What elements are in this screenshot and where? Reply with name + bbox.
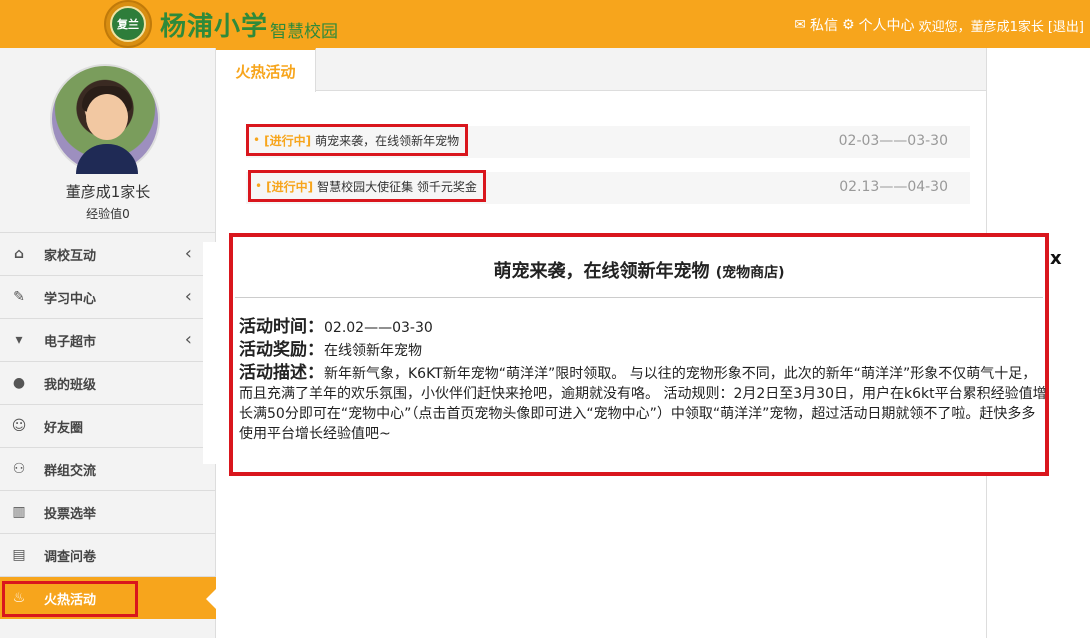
sidebar-item-hot-activities[interactable]: ♨ 火热活动 bbox=[0, 576, 216, 619]
envelope-icon: ✉ bbox=[794, 17, 806, 33]
activity-description: 活动描述：新年新气象，K6KT新年宠物“萌洋洋”限时领取。 与以往的宠物形象不同… bbox=[239, 363, 1047, 442]
highlight-box bbox=[2, 581, 138, 617]
welcome-text: 欢迎您，董彦成1家长 bbox=[918, 19, 1044, 35]
sidebar-item-friends[interactable]: ☺ 好友圈 bbox=[0, 404, 216, 447]
school-subtitle: 智慧校园 bbox=[270, 21, 339, 42]
chevron-left-icon: ‹ bbox=[184, 286, 192, 307]
activity-row: • [进行中] 萌宠来袭，在线领新年宠物 02-03——03-30 bbox=[246, 124, 970, 158]
profile-experience: 经验值0 bbox=[86, 207, 130, 221]
sidebar-item-learning[interactable]: ✎ 学习中心 ‹ bbox=[0, 275, 216, 318]
activity-time: 活动时间：02.02——03-30 bbox=[239, 317, 433, 337]
sidebar-item-label: 群组交流 bbox=[44, 463, 97, 479]
logout-link[interactable]: [退出] bbox=[1048, 16, 1084, 35]
sidebar-item-home-school[interactable]: ⌂ 家校互动 ‹ bbox=[0, 232, 216, 275]
modal-title-tag: (宠物商店) bbox=[715, 265, 785, 281]
activity-dates: 02.13——04-30 bbox=[839, 179, 948, 195]
gear-icon: ⚙ bbox=[842, 17, 855, 33]
bullet-icon: • bbox=[253, 133, 261, 147]
message-link[interactable]: 私信 bbox=[810, 15, 838, 35]
sidebar-item-label: 投票选举 bbox=[44, 506, 97, 522]
activity-detail-modal: 萌宠来袭，在线领新年宠物 (宠物商店) 活动时间：02.02——03-30 活动… bbox=[229, 233, 1049, 476]
activity-row: • [进行中] 智慧校园大使征集 领千元奖金 02.13——04-30 bbox=[246, 170, 970, 204]
sidebar-menu: ⌂ 家校互动 ‹ ✎ 学习中心 ‹ ▾ 电子超市 ‹ ● 我的班级 ☺ 好友圈 … bbox=[0, 232, 216, 619]
sidebar-item-label: 好友圈 bbox=[44, 420, 84, 436]
sidebar-item-label: 学习中心 bbox=[44, 291, 97, 307]
tab-hot-activities[interactable]: 火热活动 bbox=[216, 48, 316, 92]
cart-icon: ▾ bbox=[15, 332, 23, 348]
home-icon: ⌂ bbox=[13, 246, 25, 262]
school-logo[interactable]: 复兰 杨浦小学 智慧校园 bbox=[104, 0, 338, 48]
bar-chart-icon: ▥ bbox=[12, 504, 26, 520]
profile-card: 董彦成1家长 经验值0 bbox=[0, 48, 215, 232]
activity-link[interactable]: • [进行中] 智慧校园大使征集 领千元奖金 bbox=[248, 170, 486, 202]
bullet-icon: • bbox=[255, 179, 263, 193]
edit-icon: ✎ bbox=[13, 289, 25, 305]
group-icon: ⚇ bbox=[12, 461, 26, 477]
activity-dates: 02-03——03-30 bbox=[838, 133, 948, 149]
activity-reward: 活动奖励：在线领新年宠物 bbox=[239, 340, 422, 360]
activity-title: 萌宠来袭，在线领新年宠物 bbox=[315, 133, 460, 148]
sidebar-item-label: 电子超市 bbox=[44, 334, 97, 350]
modal-title-text: 萌宠来袭，在线领新年宠物 bbox=[493, 261, 710, 282]
header-user-bar: ✉ 私信 ⚙ 个人中心 欢迎您，董彦成1家长 [退出] bbox=[794, 15, 1084, 35]
sidebar-item-label: 我的班级 bbox=[44, 377, 97, 393]
modal-body: 活动时间：02.02——03-30 活动奖励：在线领新年宠物 活动描述：新年新气… bbox=[239, 317, 1047, 446]
chevron-left-icon: ‹ bbox=[184, 329, 192, 350]
close-icon[interactable]: x bbox=[1050, 248, 1062, 269]
smile-icon: ☺ bbox=[11, 418, 27, 434]
personal-center-link[interactable]: 个人中心 bbox=[859, 15, 915, 35]
sidebar-item-my-class[interactable]: ● 我的班级 bbox=[0, 361, 216, 404]
sidebar-item-survey[interactable]: ▤ 调查问卷 bbox=[0, 533, 216, 576]
activity-status: [进行中] bbox=[264, 133, 312, 148]
activity-title: 智慧校园大使征集 领千元奖金 bbox=[317, 179, 477, 194]
activity-link[interactable]: • [进行中] 萌宠来袭，在线领新年宠物 bbox=[246, 124, 469, 156]
active-indicator bbox=[206, 589, 216, 609]
sidebar-item-voting[interactable]: ▥ 投票选举 bbox=[0, 490, 216, 533]
school-seal-icon: 复兰 bbox=[104, 0, 152, 48]
seal-text: 复兰 bbox=[110, 6, 146, 42]
sidebar-item-label: 调查问卷 bbox=[44, 549, 97, 565]
user-icon: ● bbox=[12, 375, 26, 391]
avatar[interactable] bbox=[50, 64, 160, 174]
school-name: 杨浦小学 bbox=[160, 11, 269, 42]
sidebar-item-market[interactable]: ▾ 电子超市 ‹ bbox=[0, 318, 216, 361]
sidebar: 董彦成1家长 经验值0 ⌂ 家校互动 ‹ ✎ 学习中心 ‹ ▾ 电子超市 ‹ ●… bbox=[0, 48, 216, 638]
activity-status: [进行中] bbox=[266, 179, 314, 194]
divider bbox=[235, 297, 1043, 298]
top-header: 复兰 杨浦小学 智慧校园 ✉ 私信 ⚙ 个人中心 欢迎您，董彦成1家长 [退出] bbox=[0, 0, 1090, 48]
sidebar-item-label: 家校互动 bbox=[44, 248, 97, 264]
modal-title: 萌宠来袭，在线领新年宠物 (宠物商店) bbox=[233, 257, 1045, 283]
document-icon: ▤ bbox=[12, 547, 26, 563]
chevron-left-icon: ‹ bbox=[184, 243, 192, 264]
sidebar-item-groups[interactable]: ⚇ 群组交流 bbox=[0, 447, 216, 490]
profile-name: 董彦成1家长 bbox=[65, 183, 151, 201]
tab-bar: 火热活动 bbox=[216, 48, 986, 92]
